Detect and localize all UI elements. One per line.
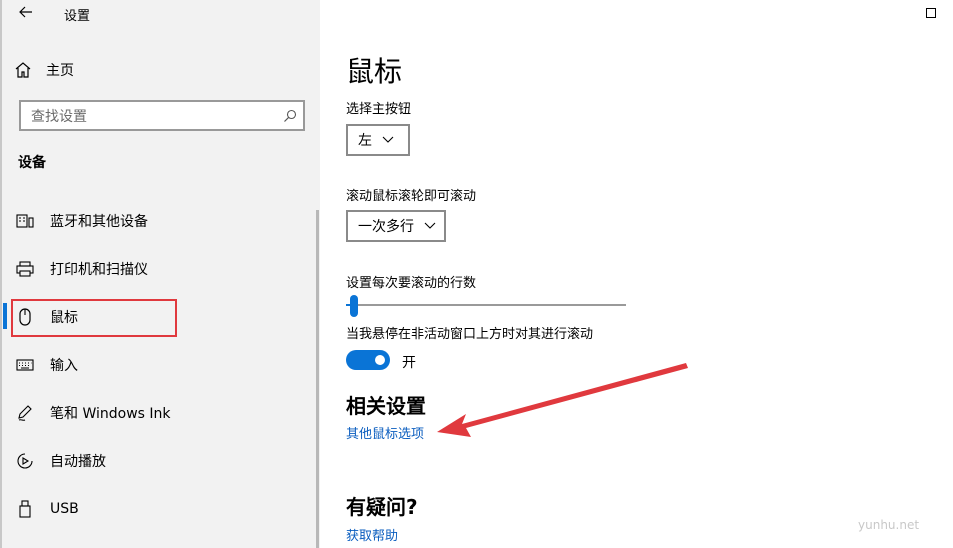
back-arrow-icon xyxy=(19,6,32,18)
primary-button-value: 左 xyxy=(358,133,372,149)
home-icon xyxy=(15,62,31,78)
bluetooth-devices-icon xyxy=(14,210,36,232)
sidebar-item-pen[interactable]: 笔和 Windows Ink xyxy=(14,398,304,428)
primary-button-label: 选择主按钮 xyxy=(346,102,412,117)
keyboard-icon xyxy=(14,354,36,376)
inactive-scroll-label: 当我悬停在非活动窗口上方时对其进行滚动 xyxy=(346,327,594,342)
toggle-knob xyxy=(375,355,385,365)
related-settings-title: 相关设置 xyxy=(346,394,426,418)
sidebar-item-printers[interactable]: 打印机和扫描仪 xyxy=(14,254,304,284)
back-button[interactable] xyxy=(14,2,38,22)
section-title-devices: 设备 xyxy=(18,155,46,171)
sidebar-item-home[interactable]: 主页 xyxy=(14,56,304,84)
sidebar-item-autoplay[interactable]: 自动播放 xyxy=(14,446,304,476)
home-label: 主页 xyxy=(46,63,74,79)
pen-icon xyxy=(14,402,36,424)
sidebar-item-label: 笔和 Windows Ink xyxy=(50,406,171,422)
sidebar-scrollbar[interactable] xyxy=(316,210,319,548)
scroll-lines-label: 设置每次要滚动的行数 xyxy=(346,276,477,291)
maximize-button[interactable] xyxy=(926,8,936,18)
sidebar-item-label: 自动播放 xyxy=(50,454,106,470)
watermark-text: yunhu.net xyxy=(858,518,920,532)
maximize-icon xyxy=(926,8,936,18)
title-bar: 设置 xyxy=(0,0,320,26)
selected-indicator xyxy=(3,303,7,329)
search-icon[interactable] xyxy=(277,109,303,123)
toggle-state-text: 开 xyxy=(402,355,416,371)
sidebar-item-typing[interactable]: 输入 xyxy=(14,350,304,380)
sidebar-item-label: 输入 xyxy=(50,358,78,374)
settings-sidebar: 设置 主页 查找设置 设备 蓝牙和其他设备 打印机和扫描仪 鼠标 输入 笔和 W… xyxy=(0,0,320,548)
more-mouse-options-link[interactable]: 其他鼠标选项 xyxy=(346,423,424,442)
scroll-mode-select[interactable]: 一次多行 xyxy=(346,210,446,242)
sidebar-item-label: USB xyxy=(50,501,79,517)
sidebar-item-label: 打印机和扫描仪 xyxy=(50,262,148,278)
printer-icon xyxy=(14,258,36,280)
scroll-mode-label: 滚动鼠标滚轮即可滚动 xyxy=(346,189,477,204)
main-content: 鼠标 选择主按钮 左 滚动鼠标滚轮即可滚动 一次多行 设置每次要滚动的行数 当我… xyxy=(320,0,953,548)
sidebar-item-usb[interactable]: USB xyxy=(14,494,304,524)
inactive-scroll-toggle[interactable] xyxy=(346,350,390,370)
annotation-highlight-box xyxy=(11,299,177,337)
scroll-mode-value: 一次多行 xyxy=(358,219,414,235)
app-title: 设置 xyxy=(64,9,91,24)
sidebar-item-label: 蓝牙和其他设备 xyxy=(50,214,148,230)
page-title: 鼠标 xyxy=(346,55,403,88)
search-box[interactable]: 查找设置 xyxy=(19,100,305,131)
usb-icon xyxy=(14,498,36,520)
primary-button-select[interactable]: 左 xyxy=(346,124,410,156)
scroll-lines-slider[interactable] xyxy=(346,304,626,306)
chevron-down-icon xyxy=(382,136,394,143)
window-border xyxy=(0,0,2,548)
help-title: 有疑问? xyxy=(346,495,418,519)
chevron-down-icon xyxy=(424,222,436,229)
autoplay-icon xyxy=(14,450,36,472)
slider-thumb[interactable] xyxy=(350,295,358,317)
search-input[interactable]: 查找设置 xyxy=(31,106,277,126)
sidebar-item-bluetooth[interactable]: 蓝牙和其他设备 xyxy=(14,206,304,236)
get-help-link[interactable]: 获取帮助 xyxy=(346,525,398,544)
